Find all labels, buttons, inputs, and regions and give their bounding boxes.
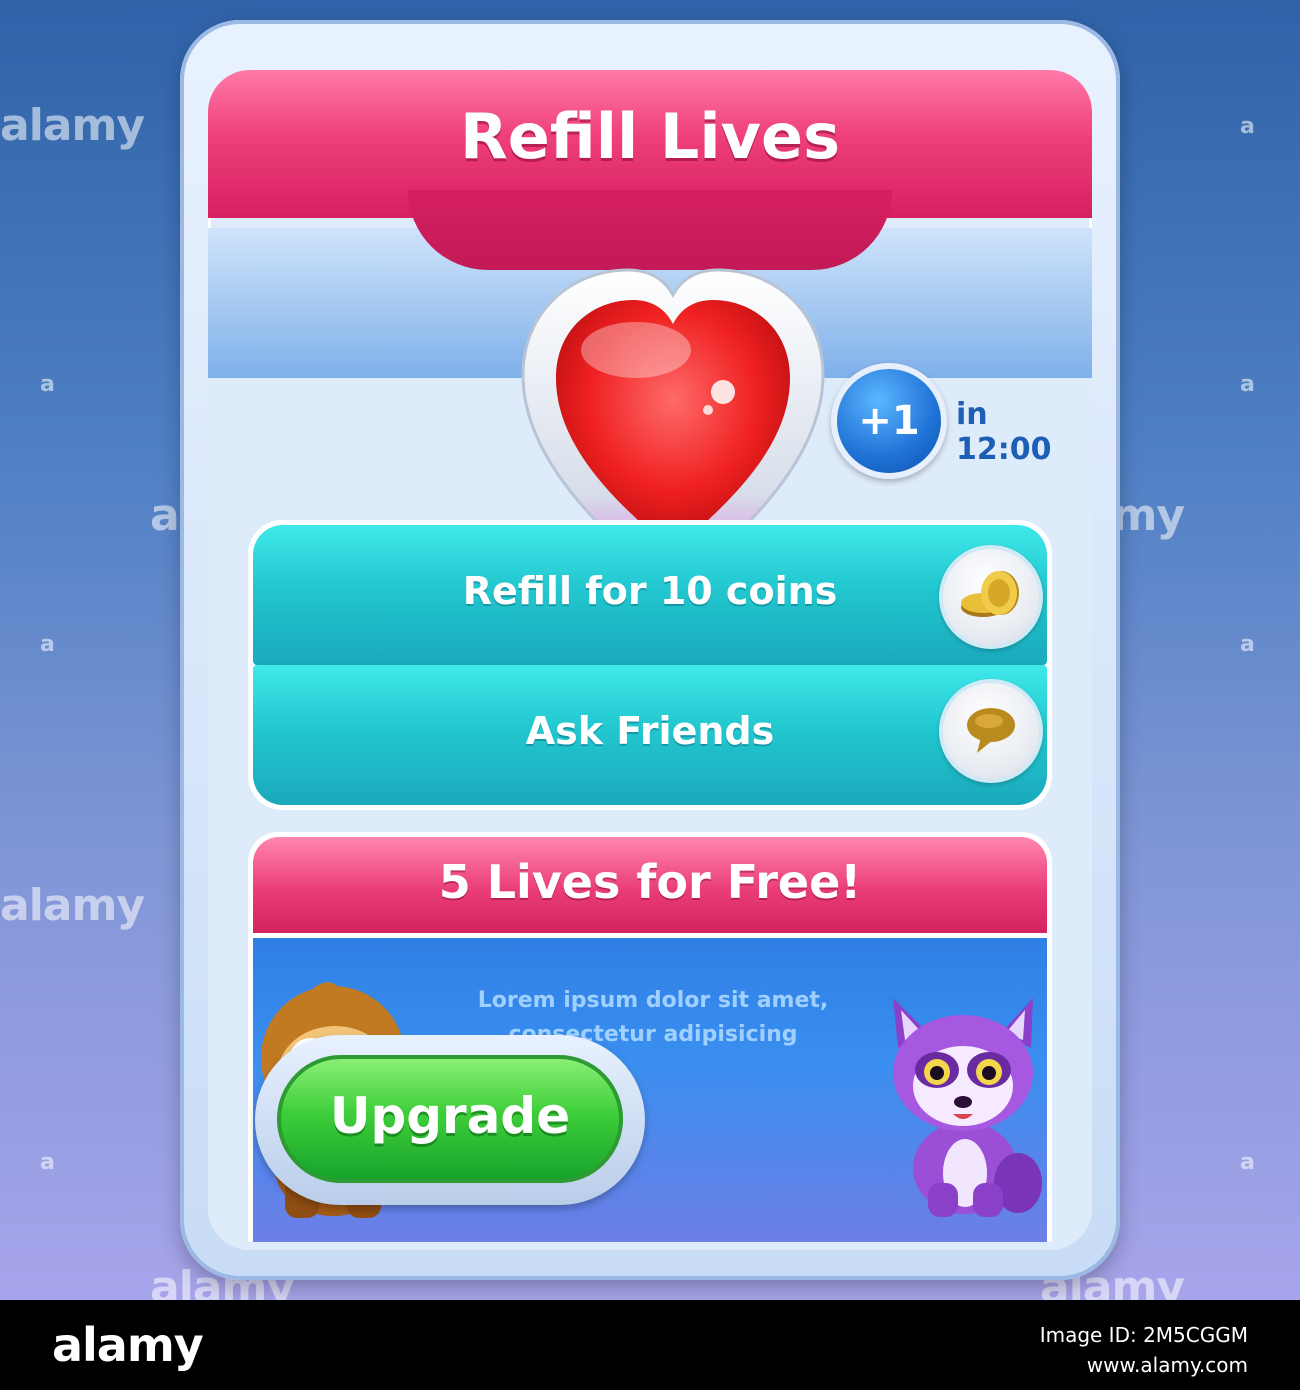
ask-friends-label: Ask Friends [525,709,775,753]
refill-options: Refill for 10 coins Ask Friends [248,520,1052,810]
header-notch [408,190,892,270]
watermark: a [1240,372,1255,397]
lemur-character [873,978,1052,1218]
free-lives-title: 5 Lives for Free! [438,855,862,909]
image-id: Image ID: 2M5CGGM [1039,1323,1248,1347]
watermark: a [1240,114,1255,139]
watermark: alamy [0,880,145,931]
plus-one-badge: +1 [831,363,947,479]
watermark: a [1240,632,1255,657]
promo-description-line-1: Lorem ipsum dolor sit amet, [477,988,829,1013]
refill-coins-label: Refill for 10 coins [462,569,838,613]
watermark: a [40,1150,55,1175]
watermark: a [40,372,55,397]
site-url: www.alamy.com [1086,1353,1248,1377]
watermark: a [1240,1150,1255,1175]
footer-image-info: Image ID: 2M5CGGM www.alamy.com [1040,1320,1248,1380]
upgrade-button[interactable]: Upgrade [277,1055,623,1183]
ask-friends-button[interactable]: Ask Friends [253,665,1047,805]
footer-bar: alamy Image ID: 2M5CGGM www.alamy.com [0,1300,1300,1390]
watermark: a [40,632,55,657]
upgrade-button-frame: Upgrade [255,1035,645,1205]
dialog-title: Refill Lives [460,100,840,173]
upgrade-button-label: Upgrade [329,1087,571,1145]
coins-icon [939,545,1043,649]
refill-timer: in 12:00 [956,397,1052,467]
watermark: alamy [0,100,145,151]
game-scene: alamy alamy a a a a alamy alamy a a alam… [0,0,1300,1300]
speech-bubble-icon [939,679,1043,783]
footer-logo: alamy [52,1318,204,1372]
free-lives-header: 5 Lives for Free! [253,837,1047,933]
refill-coins-button[interactable]: Refill for 10 coins [253,525,1047,665]
